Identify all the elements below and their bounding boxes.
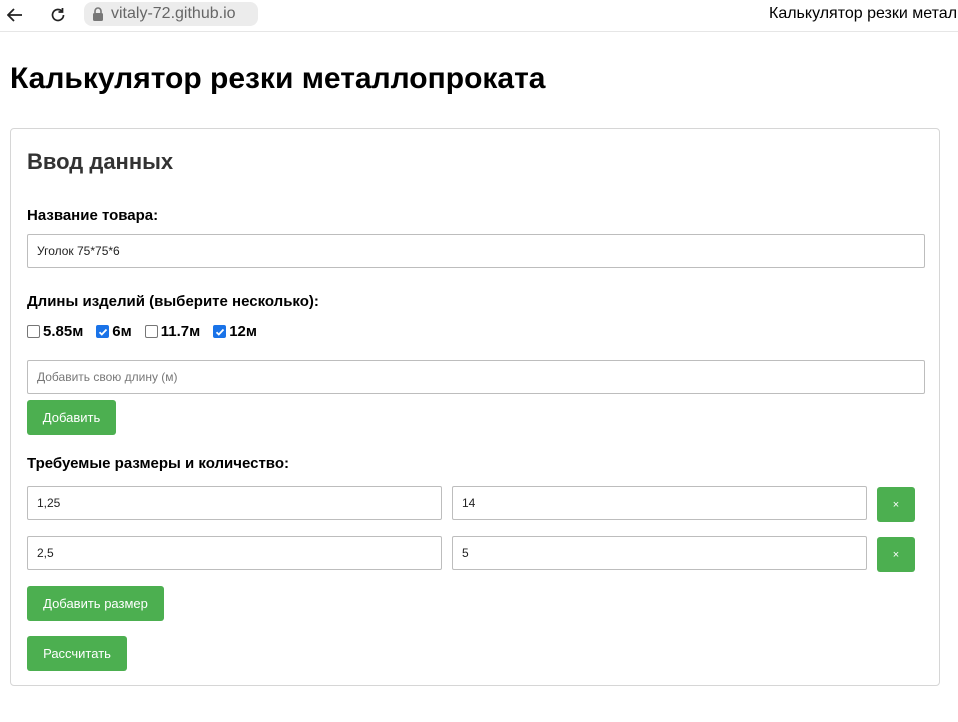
address-bar[interactable]: vitaly-72.github.io: [84, 2, 258, 26]
checkbox[interactable]: [27, 325, 40, 338]
checkbox[interactable]: [144, 325, 158, 338]
remove-size-button[interactable]: ×: [877, 487, 915, 522]
tab-title: Калькулятор резки метал: [769, 5, 958, 22]
add-size-button[interactable]: Добавить размер: [27, 586, 164, 621]
product-name-label: Название товара:: [27, 207, 159, 224]
calculate-button[interactable]: Рассчитать: [27, 636, 127, 671]
product-name-input[interactable]: [27, 234, 925, 268]
length-option-label: 6м: [112, 323, 132, 340]
size-input[interactable]: [27, 536, 442, 570]
back-arrow-icon[interactable]: [3, 4, 27, 26]
length-option-label: 12м: [229, 323, 257, 340]
sizes-label: Требуемые размеры и количество:: [27, 455, 289, 472]
lengths-label: Длины изделий (выберите несколько):: [27, 293, 319, 310]
length-option-5-85[interactable]: 5.85м: [27, 323, 83, 340]
lengths-checkbox-group: 5.85м 6м 11.7м 12м: [27, 323, 270, 340]
length-option-12[interactable]: 12м: [213, 323, 257, 340]
length-option-6[interactable]: 6м: [96, 323, 132, 340]
checkbox-checked[interactable]: [213, 325, 227, 338]
length-option-11-7[interactable]: 11.7м: [144, 323, 201, 340]
panel-heading: Ввод данных: [27, 149, 174, 174]
input-panel: Ввод данных Название товара: Длины издел…: [10, 128, 940, 686]
browser-toolbar: vitaly-72.github.io Калькулятор резки ме…: [0, 0, 958, 32]
quantity-input[interactable]: [452, 486, 867, 520]
page-title: Калькулятор резки металлопроката: [10, 62, 546, 95]
reload-icon[interactable]: [46, 4, 70, 26]
size-input[interactable]: [27, 486, 442, 520]
add-length-button[interactable]: Добавить: [27, 400, 116, 435]
quantity-input[interactable]: [452, 536, 867, 570]
length-option-label: 5.85м: [43, 323, 84, 340]
lock-icon: [93, 7, 103, 21]
custom-length-input[interactable]: [27, 360, 925, 394]
checkbox-checked[interactable]: [96, 325, 110, 338]
length-option-label: 11.7м: [160, 323, 201, 340]
url-text: vitaly-72.github.io: [111, 5, 236, 22]
remove-size-button[interactable]: ×: [877, 537, 915, 572]
